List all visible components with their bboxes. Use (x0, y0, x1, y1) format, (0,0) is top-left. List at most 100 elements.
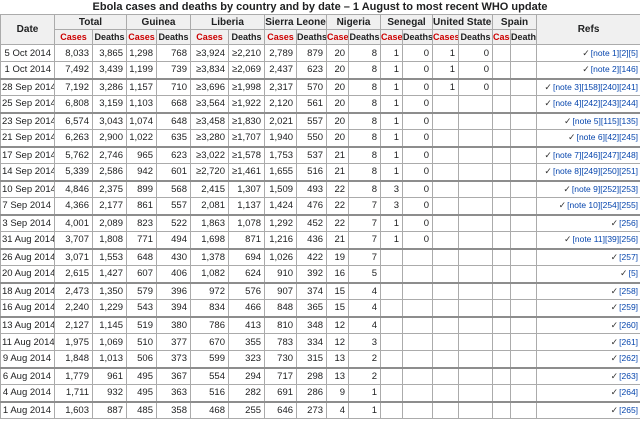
note-link[interactable]: [note 8] (553, 166, 581, 176)
value-cell: 554 (191, 368, 229, 385)
value-cell: 8 (349, 113, 381, 130)
ref-link[interactable]: [135] (619, 116, 638, 126)
ref-link[interactable]: [257] (619, 252, 638, 262)
value-cell: 5,339 (55, 164, 93, 181)
value-cell: 2,021 (265, 113, 297, 130)
ref-link[interactable]: [262] (619, 353, 638, 363)
ref-link[interactable]: [2] (619, 48, 628, 58)
note-link[interactable]: [note 9] (572, 184, 600, 194)
note-link[interactable]: [note 10] (567, 200, 600, 210)
empty-cell (459, 147, 493, 164)
ref-link[interactable]: [260] (619, 320, 638, 330)
empty-cell (459, 198, 493, 215)
ref-link[interactable]: [253] (619, 184, 638, 194)
empty-cell (493, 232, 511, 249)
value-cell: 2,746 (93, 147, 127, 164)
ref-link[interactable]: [256] (619, 234, 638, 244)
table-row: 9 Aug 20141,8481,01350637359932373031513… (1, 351, 640, 368)
sub-header-cases: Cases (493, 30, 511, 45)
ref-link[interactable]: [264] (619, 387, 638, 397)
value-cell: 2,177 (93, 198, 127, 215)
ref-link[interactable]: [42] (605, 132, 619, 142)
value-cell: 5 (349, 266, 381, 283)
check-icon: ✓ (611, 405, 619, 415)
ref-link[interactable]: [39] (605, 234, 619, 244)
ref-link[interactable]: [244] (619, 98, 638, 108)
value-cell: 0 (403, 96, 433, 113)
ref-link[interactable]: [265] (619, 405, 638, 415)
value-cell: 522 (157, 215, 191, 232)
ref-link[interactable]: [255] (619, 200, 638, 210)
ref-link[interactable]: [261] (619, 337, 638, 347)
ref-link[interactable]: [246] (581, 150, 600, 160)
ref-link[interactable]: [5] (629, 48, 638, 58)
header-spain: Spain (493, 15, 537, 30)
value-cell: 1,378 (191, 249, 229, 266)
note-link[interactable]: [note 5] (573, 116, 601, 126)
ref-link[interactable]: [254] (600, 200, 619, 210)
ref-link[interactable]: [146] (619, 64, 638, 74)
ref-link[interactable]: [240] (600, 82, 619, 92)
value-cell: ≥3,834 (191, 62, 229, 79)
empty-cell (511, 402, 537, 419)
value-cell: 286 (297, 385, 327, 402)
note-link[interactable]: [note 3] (553, 82, 581, 92)
empty-cell (459, 317, 493, 334)
empty-cell (433, 130, 459, 147)
ref-link[interactable]: [252] (600, 184, 619, 194)
value-cell: 691 (265, 385, 297, 402)
ref-link[interactable]: [245] (619, 132, 638, 142)
ref-link[interactable]: [241] (619, 82, 638, 92)
note-link[interactable]: [note 11] (573, 234, 605, 244)
check-icon: ✓ (568, 132, 576, 142)
date-cell: 20 Aug 2014 (1, 266, 55, 283)
ref-link[interactable]: [247] (600, 150, 619, 160)
ref-link[interactable]: [243] (600, 98, 619, 108)
value-cell: 1,298 (127, 45, 157, 62)
value-cell: 323 (229, 351, 265, 368)
note-link[interactable]: [note 2] (591, 64, 619, 74)
value-cell: 20 (327, 45, 349, 62)
empty-cell (511, 300, 537, 317)
value-cell: 20 (327, 62, 349, 79)
ref-link[interactable]: [256] (619, 218, 638, 228)
empty-cell (493, 130, 511, 147)
ref-link[interactable]: [250] (600, 166, 619, 176)
empty-cell (403, 334, 433, 351)
ref-link[interactable]: [115] (601, 116, 619, 126)
ref-link[interactable]: [259] (619, 302, 638, 312)
note-link[interactable]: [note 4] (553, 98, 581, 108)
empty-cell (381, 300, 403, 317)
check-icon: ✓ (611, 371, 619, 381)
value-cell: 1,145 (93, 317, 127, 334)
value-cell: 8 (349, 164, 381, 181)
value-cell: 0 (403, 130, 433, 147)
table-row: 16 Aug 20142,2401,2295433948344668483651… (1, 300, 640, 317)
empty-cell (433, 215, 459, 232)
value-cell: 6,808 (55, 96, 93, 113)
empty-cell (493, 402, 511, 419)
note-link[interactable]: [note 1] (591, 48, 619, 58)
empty-cell (493, 368, 511, 385)
value-cell: 315 (297, 351, 327, 368)
ref-link[interactable]: [249] (581, 166, 600, 176)
value-cell: 516 (191, 385, 229, 402)
value-cell: 0 (403, 164, 433, 181)
value-cell: 406 (157, 266, 191, 283)
ref-link[interactable]: [258] (619, 286, 638, 296)
ref-link[interactable]: [251] (619, 166, 638, 176)
value-cell: 8 (349, 96, 381, 113)
value-cell: 3 (349, 334, 381, 351)
check-icon: ✓ (582, 48, 590, 58)
refs-cell: ✓[264] (537, 385, 640, 402)
ref-link[interactable]: [5] (629, 268, 638, 278)
ref-link[interactable]: [248] (619, 150, 638, 160)
date-cell: 14 Sep 2014 (1, 164, 55, 181)
value-cell: 3 (381, 198, 403, 215)
note-link[interactable]: [note 6] (577, 132, 605, 142)
ref-link[interactable]: [263] (619, 371, 638, 381)
note-link[interactable]: [note 7] (553, 150, 581, 160)
empty-cell (493, 113, 511, 130)
ref-link[interactable]: [242] (581, 98, 600, 108)
ref-link[interactable]: [158] (581, 82, 600, 92)
